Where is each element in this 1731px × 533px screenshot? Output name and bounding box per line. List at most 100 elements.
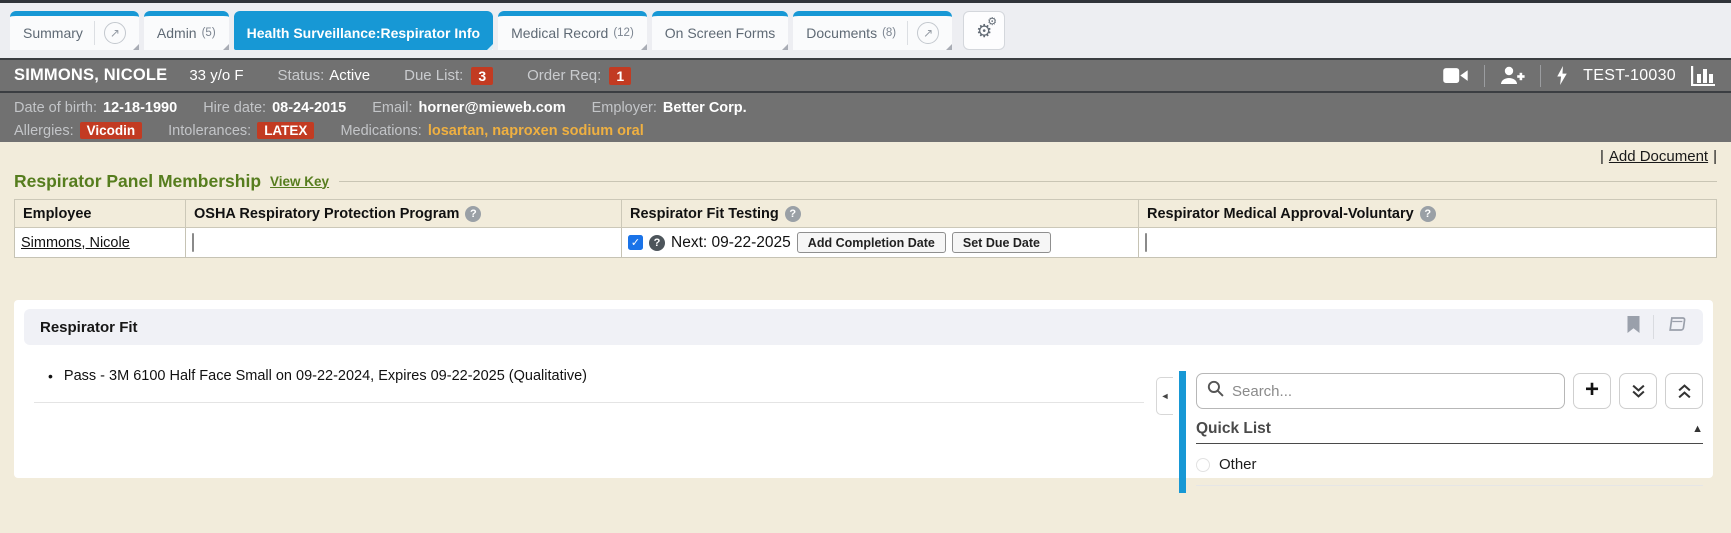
column-header-osha: OSHA Respiratory Protection Program? — [186, 200, 622, 228]
tab-summary[interactable]: Summary ↗ — [10, 11, 139, 50]
help-icon[interactable]: ? — [785, 206, 801, 222]
due-list-count-badge[interactable]: 3 — [471, 67, 493, 85]
dob-label: Date of birth: — [14, 100, 97, 116]
quick-list-item-label: Other — [1219, 456, 1257, 473]
pipe: | — [1713, 148, 1717, 165]
bar-chart-icon[interactable] — [1691, 65, 1717, 86]
search-icon — [1207, 380, 1224, 402]
add-entry-button[interactable]: + — [1573, 373, 1611, 409]
search-box[interactable] — [1196, 373, 1565, 409]
video-camera-icon[interactable] — [1443, 67, 1469, 84]
row-separator — [34, 402, 1144, 403]
respirator-fit-card: Respirator Fit • Pass - 3M 6100 Half Fac… — [14, 300, 1713, 478]
add-document-link[interactable]: Add Document — [1609, 148, 1708, 165]
status-label: Status: — [278, 67, 325, 84]
column-header-medical-approval: Respirator Medical Approval-Voluntary? — [1139, 200, 1717, 228]
search-row: + — [1196, 373, 1703, 409]
radio-button[interactable] — [1196, 458, 1210, 472]
double-chevron-down-icon — [1631, 384, 1646, 399]
status-value: Active — [329, 67, 370, 84]
pipe: | — [1600, 148, 1604, 165]
approval-checkbox[interactable] — [1145, 233, 1147, 252]
expand-all-button[interactable] — [1619, 373, 1657, 409]
settings-button[interactable]: ⚙ ⚙ — [963, 11, 1005, 50]
tab-medical-record[interactable]: Medical Record (12) — [498, 11, 647, 50]
book-icon[interactable] — [1666, 316, 1687, 338]
set-due-date-button[interactable]: Set Due Date — [952, 232, 1051, 253]
allergies-label: Allergies: — [14, 123, 74, 139]
section-title: Respirator Panel Membership — [14, 171, 261, 192]
help-icon[interactable]: ? — [1420, 206, 1436, 222]
tab-label: Summary — [23, 25, 83, 41]
gear-small-icon: ⚙ — [987, 17, 997, 28]
osha-checkbox[interactable] — [192, 233, 194, 252]
column-header-fit-testing: Respirator Fit Testing? — [622, 200, 1139, 228]
tab-label: Documents — [806, 25, 877, 41]
column-header-employee: Employee — [15, 200, 186, 228]
fit-result-text: Pass - 3M 6100 Half Face Small on 09-22-… — [64, 367, 587, 387]
patient-age-sex: 33 y/o F — [189, 67, 243, 84]
main-content: | Add Document | Respirator Panel Membersh… — [0, 142, 1731, 533]
add-completion-date-button[interactable]: Add Completion Date — [797, 232, 946, 253]
collapse-all-button[interactable] — [1665, 373, 1703, 409]
section-header: Respirator Panel Membership View Key — [14, 168, 1717, 194]
hire-date-value: 08-24-2015 — [272, 100, 346, 116]
employer-value: Better Corp. — [663, 100, 747, 116]
patient-demographics-bar: Date of birth: 12-18-1990 Hire date: 08-24… — [0, 91, 1731, 142]
bookmark-icon[interactable] — [1626, 316, 1641, 339]
popout-icon[interactable]: ↗ — [104, 22, 126, 44]
view-key-link[interactable]: View Key — [270, 174, 329, 189]
popout-icon[interactable]: ↗ — [917, 22, 939, 44]
employee-cell: Simmons, Nicole — [15, 228, 186, 258]
divider — [1540, 65, 1541, 87]
intolerances-label: Intolerances: — [168, 123, 251, 139]
search-input[interactable] — [1232, 383, 1554, 400]
tab-label: On Screen Forms — [665, 25, 775, 41]
card-header: Respirator Fit — [24, 309, 1703, 345]
section-rule — [339, 181, 1717, 182]
email-value: horner@mieweb.com — [419, 100, 566, 116]
medical-approval-cell — [1139, 228, 1717, 258]
add-person-icon[interactable] — [1500, 66, 1525, 85]
intolerance-badge[interactable]: LATEX — [257, 122, 314, 139]
employer-label: Employer: — [592, 100, 657, 116]
due-list-label: Due List: — [404, 67, 463, 84]
fit-testing-cell: ✓ ? Next: 09-22-2025 Add Completion Date… — [622, 228, 1139, 258]
tab-count: (5) — [202, 27, 216, 39]
email-label: Email: — [372, 100, 412, 116]
quick-list-panel: ◄ + — [1156, 367, 1703, 489]
hire-date-label: Hire date: — [203, 100, 266, 116]
help-icon[interactable]: ? — [465, 206, 481, 222]
patient-name: SIMMONS, NICOLE — [14, 66, 167, 85]
medications-label: Medications: — [340, 123, 421, 139]
tab-health-surveillance-respirator-info[interactable]: Health Surveillance:Respirator Info — [234, 11, 493, 50]
dob-value: 12-18-1990 — [103, 100, 177, 116]
plus-icon: + — [1585, 378, 1599, 402]
card-body: • Pass - 3M 6100 Half Face Small on 09-2… — [24, 367, 1703, 489]
order-req-count-badge[interactable]: 1 — [609, 67, 631, 85]
triangle-up-icon[interactable]: ▲ — [1692, 423, 1703, 435]
quick-list-title: Quick List — [1196, 420, 1271, 438]
fit-checkbox[interactable]: ✓ — [628, 235, 643, 250]
tab-count: (8) — [882, 27, 896, 39]
bullet-icon: • — [48, 367, 53, 386]
app-window: Summary ↗ Admin (5) Health Surveillance:… — [0, 0, 1731, 533]
panel-accent-bar — [1179, 371, 1186, 493]
tab-documents[interactable]: Documents (8) ↗ — [793, 11, 952, 50]
tab-label: Admin — [157, 25, 197, 41]
quick-list-item[interactable]: Other — [1196, 456, 1703, 486]
tab-admin[interactable]: Admin (5) — [144, 11, 229, 50]
collapse-panel-button[interactable]: ◄ — [1156, 377, 1173, 415]
tab-separator — [94, 21, 95, 45]
employee-link[interactable]: Simmons, Nicole — [21, 235, 130, 251]
quick-list-header[interactable]: Quick List ▲ — [1196, 420, 1703, 444]
divider — [1653, 315, 1654, 339]
tab-on-screen-forms[interactable]: On Screen Forms — [652, 11, 788, 50]
double-chevron-up-icon — [1677, 384, 1692, 399]
add-document-row: | Add Document | — [14, 142, 1717, 166]
osha-cell — [186, 228, 622, 258]
allergy-badge[interactable]: Vicodin — [80, 122, 143, 139]
help-icon[interactable]: ? — [649, 235, 665, 251]
tab-label: Health Surveillance:Respirator Info — [247, 25, 480, 41]
lightning-bolt-icon[interactable] — [1556, 66, 1568, 85]
